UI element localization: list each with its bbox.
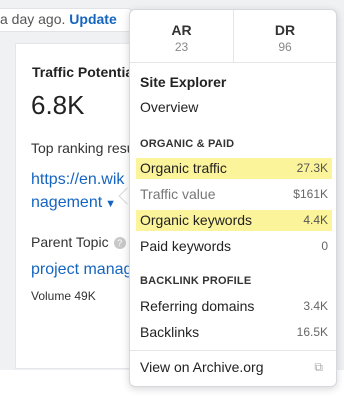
- backlinks-row[interactable]: Backlinks 16.5K: [136, 322, 332, 343]
- backlink-profile-caption: BACKLINK PROFILE: [140, 275, 252, 287]
- metric-dr-value: 96: [278, 40, 292, 54]
- parent-topic-link[interactable]: project manag: [31, 261, 132, 279]
- metric-dr-label: DR: [274, 22, 296, 38]
- popover-title: Site Explorer: [140, 74, 227, 90]
- parent-topic-label: Parent Topic?: [31, 234, 126, 250]
- volume-text: Volume 49K: [31, 289, 96, 303]
- parent-topic-text: Parent Topic: [31, 234, 109, 250]
- row-value: 4.4K: [303, 213, 328, 227]
- organic-paid-caption: ORGANIC & PAID: [140, 138, 235, 150]
- metric-dr: DR 96: [233, 10, 336, 63]
- traffic-potential-title: Traffic Potential: [32, 64, 138, 80]
- paid-keywords-row[interactable]: Paid keywords 0: [136, 236, 332, 257]
- site-explorer-popover: AR 23 DR 96 Site Explorer Overview ORGAN…: [129, 9, 337, 387]
- traffic-value-row[interactable]: Traffic value $161K: [136, 184, 332, 205]
- overview-label: Overview: [140, 99, 199, 115]
- overview-link[interactable]: Overview: [136, 97, 332, 118]
- chevron-down-icon[interactable]: ▼: [105, 198, 116, 210]
- referring-domains-row[interactable]: Referring domains 3.4K: [136, 296, 332, 317]
- question-icon[interactable]: ?: [113, 237, 126, 249]
- archive-link[interactable]: View on Archive.org ⧉: [136, 357, 332, 378]
- updated-text: a day ago.: [0, 11, 66, 27]
- update-link[interactable]: Update: [69, 11, 116, 27]
- metric-ar: AR 23: [130, 10, 233, 63]
- row-value: 0: [321, 239, 328, 253]
- archive-label: View on Archive.org: [140, 359, 264, 375]
- row-label: Organic keywords: [140, 212, 253, 228]
- metric-ar-value: 23: [174, 40, 189, 54]
- traffic-potential-value: 6.8K: [31, 90, 85, 120]
- metrics-header: AR 23 DR 96: [130, 10, 336, 63]
- row-value: 3.4K: [303, 299, 328, 313]
- row-label: Backlinks: [140, 324, 200, 340]
- url-line-1: https://en.wik: [31, 171, 125, 188]
- organic-traffic-row[interactable]: Organic traffic 27.3K: [136, 158, 332, 179]
- row-label: Referring domains: [140, 298, 255, 314]
- metric-ar-label: AR: [171, 22, 192, 38]
- url-line-2: nagement: [31, 194, 103, 211]
- row-label: Traffic value: [140, 186, 216, 202]
- row-value: 27.3K: [296, 161, 328, 175]
- row-value: 16.5K: [296, 325, 328, 339]
- organic-keywords-row[interactable]: Organic keywords 4.4K: [136, 210, 332, 231]
- row-label: Organic traffic: [140, 160, 227, 176]
- row-label: Paid keywords: [140, 238, 232, 254]
- update-notice: a day ago. Update: [0, 8, 132, 32]
- row-value: $161K: [293, 187, 328, 201]
- top-ranking-label: Top ranking result: [31, 140, 142, 156]
- external-link-icon: ⧉: [314, 360, 323, 374]
- top-ranking-url[interactable]: https://en.wik nagement ▼: [31, 168, 124, 216]
- divider: [130, 350, 336, 351]
